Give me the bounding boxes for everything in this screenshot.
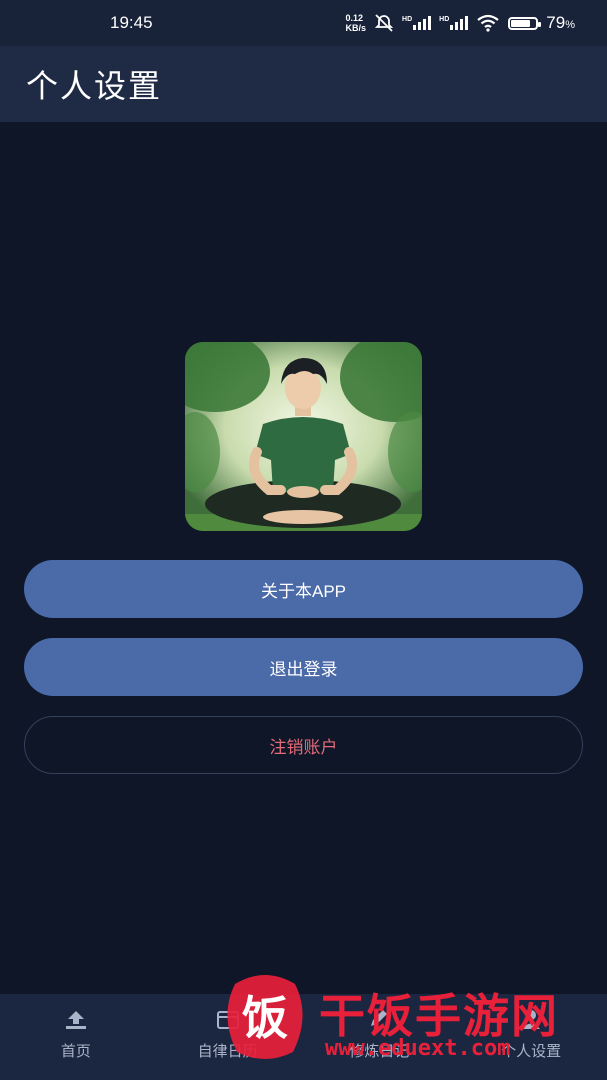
- signal-bars-1-icon: [413, 16, 432, 30]
- page-title: 个人设置: [26, 67, 163, 105]
- signal-2: HD: [439, 16, 469, 30]
- profile-avatar: [185, 342, 422, 531]
- alarm-off-icon: [374, 14, 394, 32]
- logout-button[interactable]: 退出登录: [24, 638, 583, 696]
- battery-level-fill: [511, 19, 530, 27]
- nav-label-home: 首页: [60, 1042, 91, 1060]
- site-watermark: 饭 干饭手游网 www.eduext.com: [215, 966, 585, 1066]
- watermark-logo-char: 饭: [242, 991, 288, 1045]
- about-app-button[interactable]: 关于本APP: [24, 560, 583, 618]
- upload-arrow-icon: [63, 1006, 89, 1032]
- status-icons: 0.12 KB/s HD HD 79%: [346, 13, 575, 33]
- hd-badge-1: HD: [402, 16, 413, 23]
- watermark-url: www.eduext.com: [325, 1036, 511, 1061]
- status-bar: 19:45 0.12 KB/s HD HD 79%: [0, 0, 607, 46]
- hd-badge-2: HD: [439, 16, 450, 23]
- nav-item-home[interactable]: 首页: [0, 994, 152, 1080]
- app-bar: 个人设置: [0, 46, 607, 122]
- network-speed-unit: KB/s: [345, 23, 367, 33]
- network-speed-value: 0.12: [345, 13, 364, 23]
- network-speed: 0.12 KB/s: [346, 13, 367, 33]
- wifi-icon: [477, 14, 499, 32]
- battery-icon: [508, 16, 542, 30]
- signal-bars-2-icon: [450, 16, 469, 30]
- delete-account-button[interactable]: 注销账户: [24, 716, 583, 774]
- battery-percent: 79%: [546, 13, 575, 32]
- watermark-logo: 饭: [227, 975, 303, 1059]
- status-time: 19:45: [110, 13, 153, 32]
- signal-1: HD: [402, 16, 432, 30]
